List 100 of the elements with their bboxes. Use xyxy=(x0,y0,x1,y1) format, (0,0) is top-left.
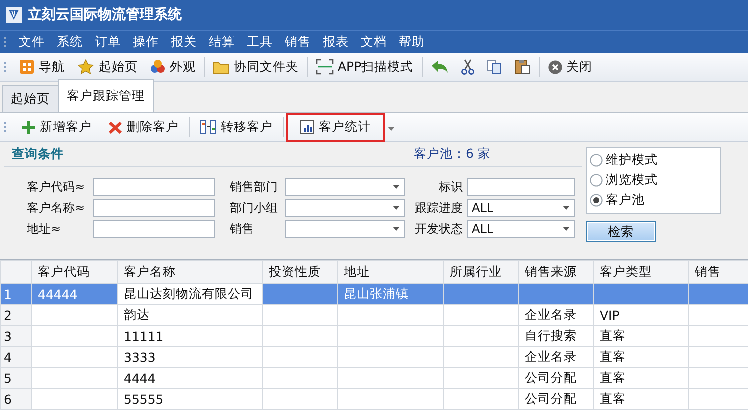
caret-icon xyxy=(393,206,400,210)
dropdown-field[interactable] xyxy=(285,178,405,196)
field-label: 部门小组 xyxy=(230,200,279,216)
table-cell: 自行搜索 xyxy=(518,326,594,346)
toolbar-button[interactable]: 起始页 xyxy=(71,56,144,78)
dropdown-field[interactable] xyxy=(285,220,405,238)
toolbar-button[interactable]: 协同文件夹 xyxy=(207,56,305,78)
paste-icon xyxy=(514,59,531,75)
search-button[interactable]: 检索 xyxy=(586,221,656,242)
radio-icon[interactable] xyxy=(590,174,603,187)
window-title: 立刻云国际物流管理系统 xyxy=(28,6,182,24)
row-number: 5 xyxy=(0,368,32,388)
menu-item[interactable]: 报关 xyxy=(165,32,203,52)
caret-icon xyxy=(563,227,570,231)
grip-icon[interactable] xyxy=(4,36,7,48)
column-header[interactable]: 地址 xyxy=(338,260,444,284)
radio-option[interactable]: 客户池 xyxy=(587,192,720,209)
field-label: 销售部门 xyxy=(230,178,279,196)
table-cell: 直客 xyxy=(594,326,688,346)
row-number: 6 xyxy=(0,388,32,410)
toolbar-button[interactable]: 客户统计 xyxy=(286,112,385,142)
toolbar-button[interactable]: 删除客户 xyxy=(100,114,187,140)
pool-count: 客户池：6 家 xyxy=(414,146,491,162)
app-logo-icon xyxy=(6,7,22,23)
menu-item[interactable]: 文档 xyxy=(355,32,393,52)
grip-icon[interactable] xyxy=(4,121,7,133)
column-header[interactable]: 客户名称 xyxy=(118,260,262,284)
menu-item[interactable]: 订单 xyxy=(89,32,127,52)
table-cell: 44444 xyxy=(32,284,118,304)
grid-icon xyxy=(19,59,35,75)
input-field[interactable] xyxy=(93,178,215,196)
delete-icon xyxy=(108,120,123,134)
radio-option[interactable]: 浏览模式 xyxy=(587,172,720,189)
toolbar-button[interactable]: 转移客户 xyxy=(192,114,281,140)
table-row[interactable]: 2 韵达 企业名录 VIP xyxy=(0,304,748,326)
field-label: 客户名称≈ xyxy=(27,200,86,216)
toolbar-button[interactable]: 新增客户 xyxy=(13,114,100,140)
caret-icon xyxy=(393,185,400,189)
menu-item[interactable]: 系统 xyxy=(51,32,89,52)
grip-icon[interactable] xyxy=(4,61,7,73)
toolbar-button[interactable]: 关闭 xyxy=(542,56,599,78)
column-header[interactable]: 投资性质 xyxy=(262,260,338,284)
toolbar-button[interactable]: 外观 xyxy=(144,56,202,78)
toolbar-button[interactable]: 导航 xyxy=(13,56,71,78)
caret-icon xyxy=(393,227,400,231)
caret-icon xyxy=(563,206,570,210)
field-label: 跟踪进度 xyxy=(414,200,464,216)
table-row[interactable]: 1 44444 昆山达刻物流有限公司 昆山张浦镇 xyxy=(0,284,748,304)
menu-item[interactable]: 帮助 xyxy=(393,32,431,52)
close-icon xyxy=(548,60,563,74)
row-number: 2 xyxy=(0,304,32,326)
dropdown-field[interactable]: ALL xyxy=(467,199,575,217)
undo-icon xyxy=(430,59,449,75)
scan-icon xyxy=(316,59,334,75)
radio-icon[interactable] xyxy=(590,194,603,207)
tab[interactable]: 客户跟踪管理 xyxy=(58,79,154,112)
column-header[interactable]: 客户代码 xyxy=(32,260,118,284)
table-row[interactable]: 6 55555 公司分配 直客 xyxy=(0,388,748,410)
input-field[interactable] xyxy=(467,178,575,196)
menu-item[interactable]: 工具 xyxy=(241,32,279,52)
menu-item[interactable]: 结算 xyxy=(203,32,241,52)
table-cell: 昆山达刻物流有限公司 xyxy=(118,284,262,304)
table-cell: 公司分配 xyxy=(518,388,594,410)
column-header[interactable]: 销售 xyxy=(688,260,748,284)
table-cell: 3333 xyxy=(118,346,262,368)
row-number: 1 xyxy=(0,284,32,304)
menu-item[interactable]: 销售 xyxy=(279,32,317,52)
table-cell: 直客 xyxy=(594,368,688,388)
scissors-icon xyxy=(460,59,475,75)
input-field[interactable] xyxy=(93,220,215,238)
dropdown-field[interactable] xyxy=(285,199,405,217)
table-row[interactable]: 4 3333 企业名录 直客 xyxy=(0,346,748,368)
field-label: 标识 xyxy=(438,178,464,196)
star-icon xyxy=(77,59,95,75)
section-title: 查询条件 xyxy=(12,146,64,162)
column-header[interactable]: 所属行业 xyxy=(444,260,518,284)
column-header[interactable]: 客户类型 xyxy=(594,260,688,284)
menu-item[interactable]: 文件 xyxy=(13,32,51,52)
table-row[interactable]: 5 4444 公司分配 直客 xyxy=(0,368,748,388)
input-field[interactable] xyxy=(93,199,215,217)
menu-item[interactable]: 操作 xyxy=(127,32,165,52)
table-cell: 企业名录 xyxy=(518,304,594,326)
menu-item[interactable]: 报表 xyxy=(317,32,355,52)
field-label: 开发状态 xyxy=(414,220,464,238)
table-cell: 韵达 xyxy=(118,304,262,326)
tab[interactable]: 起始页 xyxy=(2,85,59,112)
column-header[interactable]: 销售来源 xyxy=(518,260,594,284)
table-cell: 4444 xyxy=(118,368,262,388)
radio-icon[interactable] xyxy=(590,154,603,167)
toolbar-button[interactable]: APP扫描模式 xyxy=(310,56,420,78)
table-cell: 直客 xyxy=(594,388,688,410)
table-cell: 昆山张浦镇 xyxy=(338,284,444,304)
row-number: 4 xyxy=(0,346,32,368)
radio-option[interactable]: 维护模式 xyxy=(587,152,720,169)
table-row[interactable]: 3 11111 自行搜索 直客 xyxy=(0,326,748,346)
table-cell: 公司分配 xyxy=(518,368,594,388)
dropdown-field[interactable]: ALL xyxy=(467,220,575,238)
table-cell: VIP xyxy=(594,304,688,326)
transfer-icon xyxy=(200,120,217,134)
table-cell: 55555 xyxy=(118,388,262,410)
